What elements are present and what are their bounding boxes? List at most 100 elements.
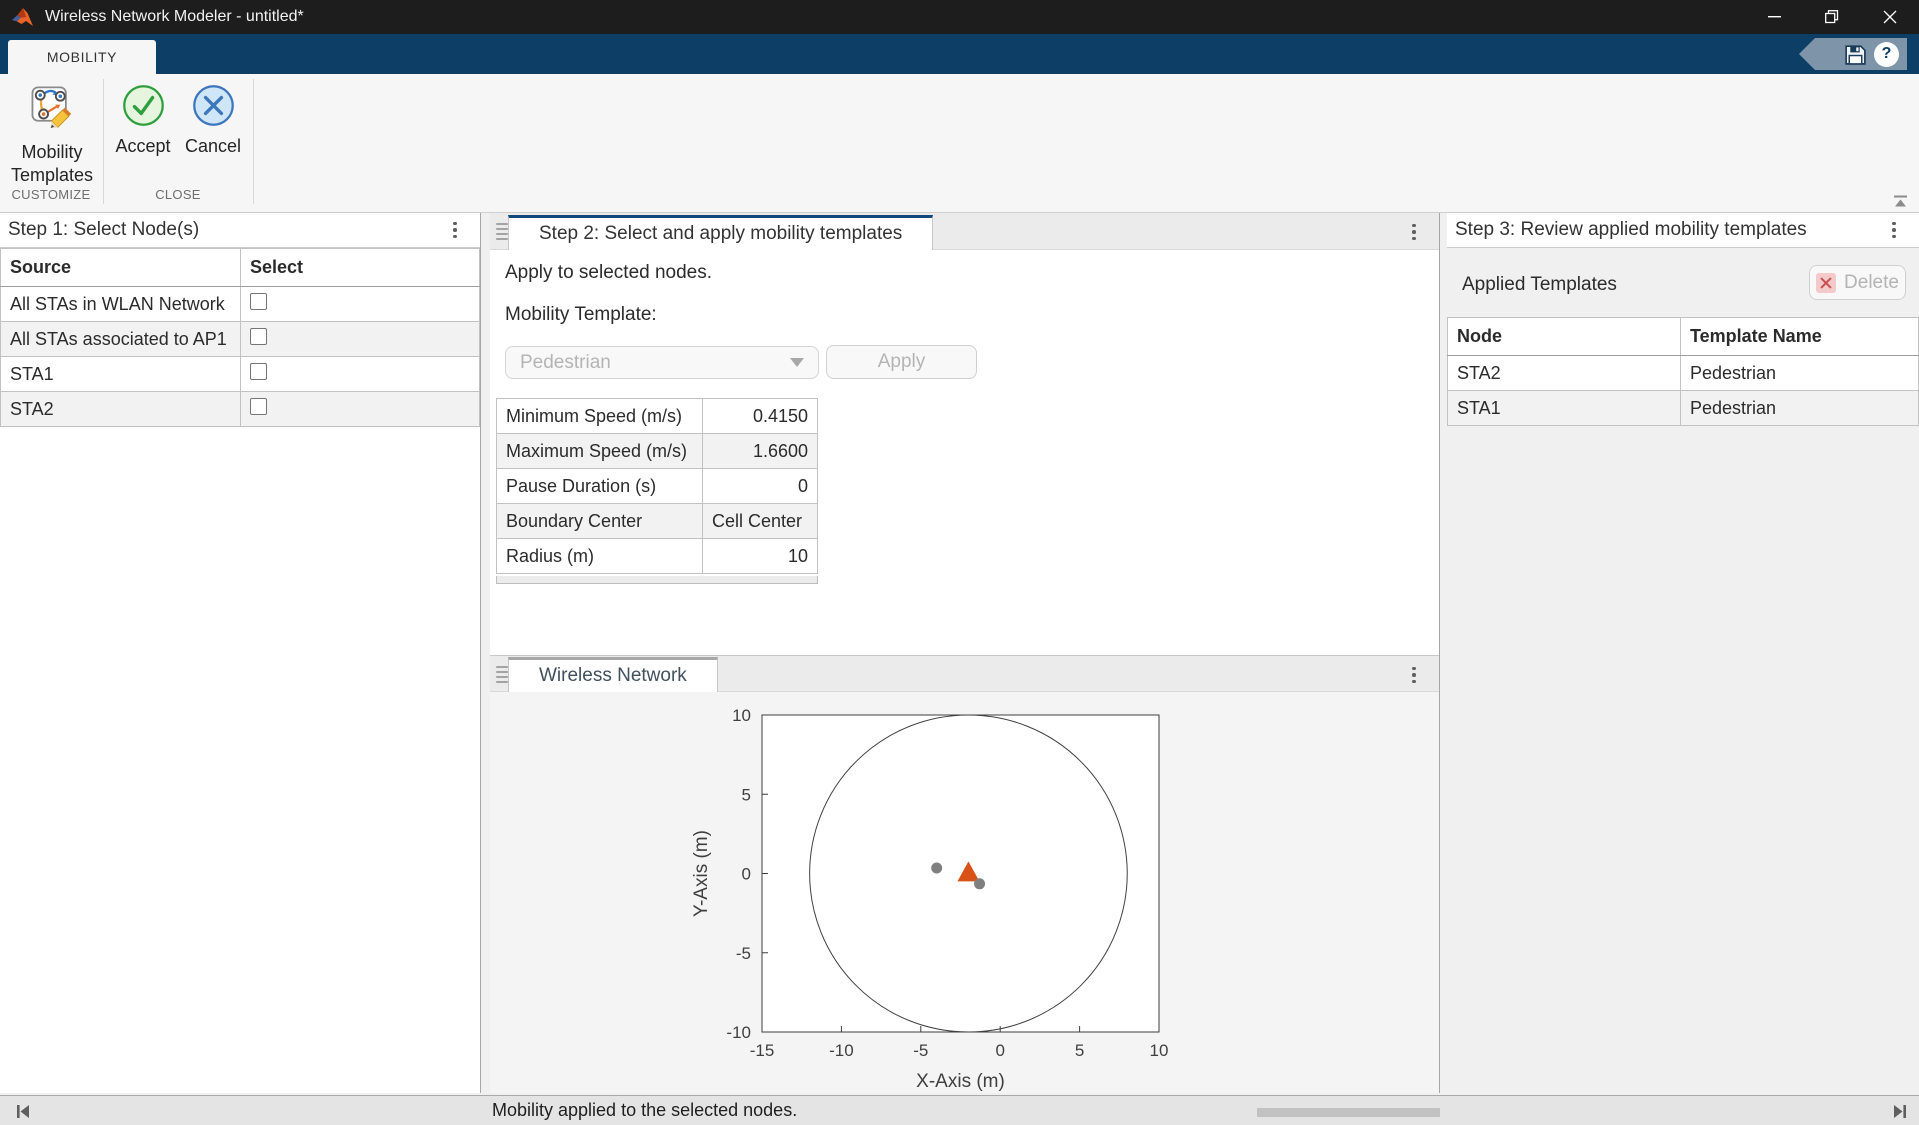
ribbon-toolbar: Mobility Templates Accept Cancel CUSTOMI…	[0, 74, 1919, 213]
node-select-checkbox[interactable]	[250, 398, 267, 415]
param-row: Maximum Speed (m/s)1.6600	[497, 434, 818, 469]
param-label-cell: Pause Duration (s)	[497, 469, 703, 504]
help-icon[interactable]: ?	[1874, 42, 1899, 67]
template-dropdown[interactable]: Pedestrian	[505, 346, 819, 379]
instruction-text: Apply to selected nodes.	[505, 262, 712, 284]
param-value-cell[interactable]: 0	[703, 469, 818, 504]
collapse-ribbon-button[interactable]	[1889, 192, 1911, 210]
template-dropdown-value: Pedestrian	[520, 352, 611, 374]
mobility-templates-button[interactable]: Mobility Templates	[4, 84, 100, 187]
dropdown-arrow-icon	[790, 358, 804, 367]
step2-menu-button[interactable]	[1405, 221, 1423, 243]
ribbon-tab-strip: MOBILITY ?	[0, 34, 1919, 74]
delete-button[interactable]: Delete	[1809, 265, 1906, 300]
network-plot: -15-10-50510-10-50510X-Axis (m)Y-Axis (m…	[490, 692, 1439, 1093]
status-message: Mobility applied to the selected nodes.	[492, 1100, 797, 1121]
col-header-template-name: Template Name	[1681, 318, 1919, 356]
applied-node-cell: STA2	[1448, 356, 1681, 391]
delete-label: Delete	[1844, 272, 1899, 294]
status-bar: Mobility applied to the selected nodes.	[0, 1095, 1919, 1125]
node-select-row: All STAs in WLAN Network	[1, 287, 480, 322]
step1-menu-button[interactable]	[446, 219, 464, 241]
mobility-templates-icon	[28, 84, 77, 133]
param-label-cell: Boundary Center	[497, 504, 703, 539]
step3-menu-button[interactable]	[1885, 219, 1903, 241]
param-value-cell[interactable]: Cell Center	[703, 504, 818, 539]
x-tick-label: 0	[995, 1041, 1004, 1060]
node-select-checkbox[interactable]	[250, 328, 267, 345]
x-tick-label: -10	[829, 1041, 854, 1060]
network-plot-canvas: -15-10-50510-10-50510X-Axis (m)Y-Axis (m…	[490, 692, 1438, 1093]
title-bar: Wireless Network Modeler - untitled*	[0, 0, 1919, 34]
y-tick-label: 5	[742, 785, 751, 804]
col-header-source: Source	[1, 249, 241, 287]
step1-title: Step 1: Select Node(s)	[8, 219, 199, 241]
step3-header: Step 3: Review applied mobility template…	[1447, 213, 1919, 248]
panel-step1: Step 1: Select Node(s) Source Select All…	[0, 213, 481, 1093]
applied-template-row[interactable]: STA2Pedestrian	[1448, 356, 1919, 391]
node-select-row: STA2	[1, 392, 480, 427]
cancel-x-icon	[192, 84, 235, 127]
applied-templates-row: Applied Templates Delete	[1447, 249, 1919, 317]
param-value-cell[interactable]: 10	[703, 539, 818, 574]
node-source-cell: STA2	[1, 392, 241, 427]
accept-label: Accept	[115, 135, 170, 158]
node-select-checkbox[interactable]	[250, 293, 267, 310]
save-icon[interactable]	[1843, 42, 1868, 67]
apply-button[interactable]: Apply	[826, 345, 977, 379]
toolbar-divider	[103, 79, 104, 204]
group-label-close: CLOSE	[104, 187, 252, 202]
skip-to-end-button[interactable]	[1887, 1100, 1913, 1122]
close-button[interactable]	[1861, 0, 1919, 34]
delete-x-icon	[1816, 273, 1836, 293]
applied-template-row[interactable]: STA1Pedestrian	[1448, 391, 1919, 426]
param-value-cell[interactable]: 1.6600	[703, 434, 818, 469]
node-select-cell	[241, 322, 480, 357]
applied-templates-label: Applied Templates	[1462, 274, 1617, 296]
node-marker-stas[interactable]	[931, 862, 942, 873]
close-icon	[1883, 10, 1897, 24]
params-table-scrollbar[interactable]	[496, 576, 818, 584]
minimize-icon	[1768, 16, 1781, 18]
y-axis-label: Y-Axis (m)	[691, 830, 712, 917]
node-select-checkbox[interactable]	[250, 363, 267, 380]
step3-title: Step 3: Review applied mobility template…	[1455, 219, 1807, 241]
horizontal-scrollbar-thumb[interactable]	[1257, 1108, 1440, 1117]
skip-to-start-icon	[15, 1103, 31, 1120]
node-select-cell	[241, 287, 480, 322]
x-tick-label: 5	[1075, 1041, 1084, 1060]
x-tick-label: -15	[750, 1041, 775, 1060]
mobility-template-label: Mobility Template:	[505, 304, 657, 326]
toolbar-divider	[253, 79, 254, 204]
skip-to-end-icon	[1892, 1103, 1908, 1120]
drag-grip-icon[interactable]	[496, 666, 508, 683]
skip-to-start-button[interactable]	[10, 1100, 36, 1122]
tab-step2[interactable]: Step 2: Select and apply mobility templa…	[508, 215, 933, 250]
param-label-cell: Minimum Speed (m/s)	[497, 399, 703, 434]
node-marker-stas[interactable]	[974, 878, 985, 889]
node-select-row: STA1	[1, 357, 480, 392]
minimize-button[interactable]	[1745, 0, 1803, 34]
cancel-button[interactable]: Cancel	[180, 84, 246, 158]
applied-templates-table-wrap: Node Template Name STA2PedestrianSTA1Ped…	[1447, 317, 1919, 426]
node-select-table-body: All STAs in WLAN NetworkAll STAs associa…	[1, 287, 480, 427]
drag-grip-icon[interactable]	[496, 223, 508, 240]
network-menu-button[interactable]	[1405, 664, 1423, 686]
tab-wireless-network[interactable]: Wireless Network	[508, 657, 718, 692]
network-tab-strip: Wireless Network	[490, 655, 1439, 692]
quick-access-toolbar: ?	[1799, 38, 1907, 70]
maximize-button[interactable]	[1803, 0, 1861, 34]
panel-step3: Step 3: Review applied mobility template…	[1447, 213, 1919, 1093]
applied-templates-table: Node Template Name STA2PedestrianSTA1Ped…	[1447, 317, 1919, 426]
param-value-cell[interactable]: 0.4150	[703, 399, 818, 434]
step1-header: Step 1: Select Node(s)	[0, 213, 480, 248]
tab-mobility[interactable]: MOBILITY	[8, 40, 156, 74]
template-params-table: Minimum Speed (m/s)0.4150Maximum Speed (…	[496, 398, 818, 574]
col-header-select: Select	[241, 249, 480, 287]
node-select-cell	[241, 357, 480, 392]
collapse-ribbon-icon	[1892, 195, 1909, 208]
y-tick-label: 10	[732, 706, 751, 725]
mobility-templates-label: Mobility Templates	[4, 141, 100, 187]
node-source-cell: All STAs associated to AP1	[1, 322, 241, 357]
accept-button[interactable]: Accept	[110, 84, 176, 158]
